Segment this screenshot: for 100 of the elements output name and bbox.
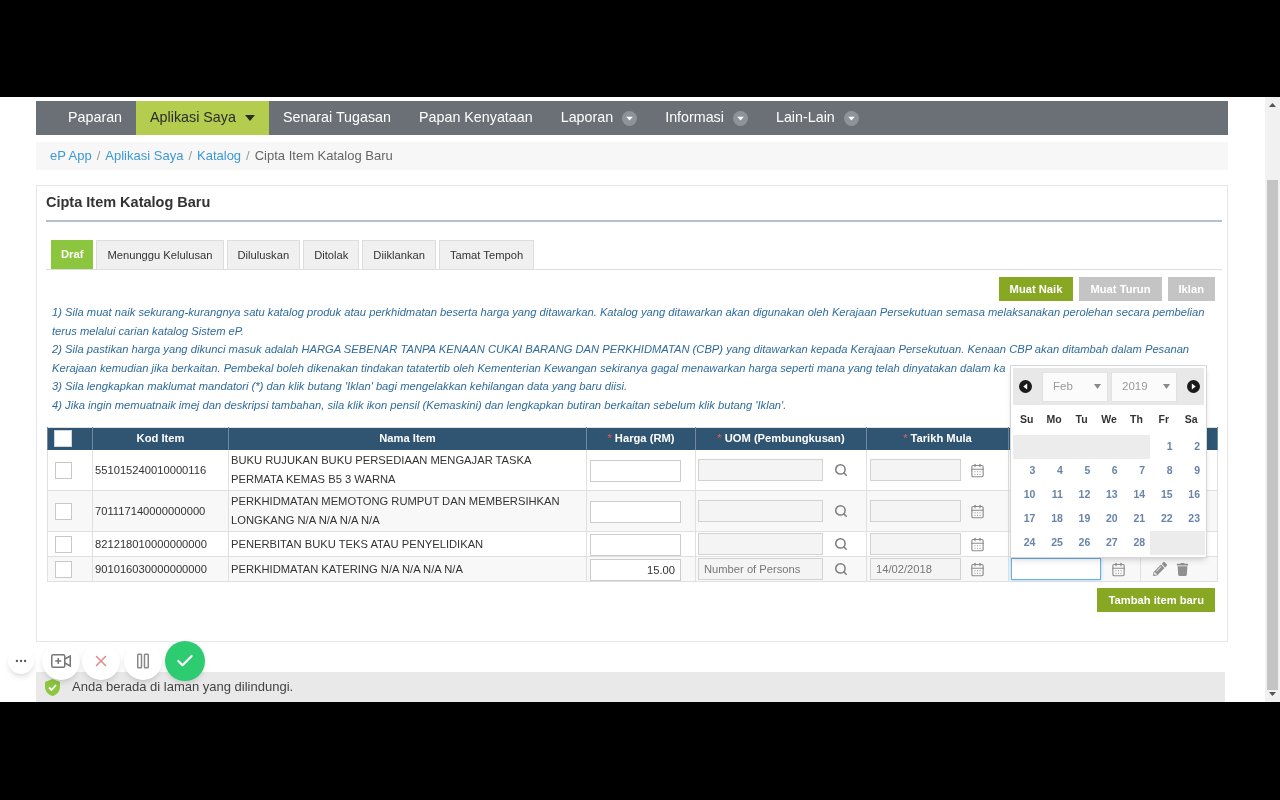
required-mark: * <box>903 431 908 447</box>
year-select[interactable]: 2019 <box>1111 371 1177 402</box>
add-camera-button[interactable] <box>42 642 80 680</box>
search-icon[interactable] <box>834 562 848 577</box>
add-item-button[interactable]: Tambah item baru <box>1097 588 1215 613</box>
calendar-icon[interactable] <box>970 462 985 478</box>
pause-button[interactable] <box>124 642 162 680</box>
uom-field[interactable]: Number of Persons <box>698 558 823 581</box>
column-label: Kod Item <box>136 431 185 447</box>
date-field[interactable]: 14/02/2018 <box>870 558 961 581</box>
tab[interactable]: Diiklankan <box>362 240 436 269</box>
day-cell[interactable]: 7 <box>1122 459 1151 483</box>
day-cell[interactable]: 9 <box>1177 459 1205 483</box>
date-field[interactable] <box>870 533 961 556</box>
day-cell[interactable]: 3 <box>1013 459 1041 483</box>
scroll-up-icon[interactable] <box>1269 103 1276 107</box>
breadcrumb-link[interactable]: Aplikasi Saya <box>105 146 184 166</box>
scrollbar-thumb[interactable] <box>1267 180 1278 690</box>
tab[interactable]: Menunggu Kelulusan <box>96 240 224 269</box>
scrollbar[interactable] <box>1265 97 1280 702</box>
checkbox[interactable] <box>55 560 72 578</box>
breadcrumb-link[interactable]: eP App <box>50 146 92 166</box>
confirm-button[interactable] <box>165 641 205 681</box>
day-cell[interactable]: 10 <box>1013 483 1041 507</box>
day-cell[interactable]: 22 <box>1150 507 1178 531</box>
calendar-icon[interactable] <box>1111 561 1126 577</box>
search-icon[interactable] <box>834 537 848 552</box>
weekday-label: Mo <box>1046 412 1062 428</box>
nav-item[interactable]: Laporan <box>546 101 652 135</box>
checkbox[interactable] <box>54 430 72 448</box>
day-cell[interactable]: 19 <box>1067 507 1096 531</box>
month-select[interactable]: Feb <box>1042 371 1108 402</box>
day-cell[interactable]: 27 <box>1095 531 1123 555</box>
day-cell[interactable]: 13 <box>1095 483 1123 507</box>
checkbox[interactable] <box>55 461 72 479</box>
shield-icon <box>45 678 60 696</box>
nav-item[interactable]: Lain-Lain <box>761 101 873 135</box>
calendar-icon[interactable] <box>970 503 985 519</box>
weekday-label: Fr <box>1158 412 1170 428</box>
tab[interactable]: Ditolak <box>303 240 360 269</box>
toolbar-button[interactable]: Muat Naik <box>998 277 1074 301</box>
day-cell[interactable]: 15 <box>1150 483 1178 507</box>
day-cell[interactable]: 25 <box>1040 531 1068 555</box>
tab[interactable]: Tamat Tempoh <box>438 240 535 269</box>
day-cell[interactable]: 14 <box>1122 483 1151 507</box>
search-icon[interactable] <box>834 504 848 519</box>
day-cell[interactable]: 23 <box>1177 507 1205 531</box>
day-cell[interactable]: 16 <box>1177 483 1205 507</box>
price-field[interactable]: 15.00 <box>590 559 681 582</box>
caret-icon <box>1094 384 1101 389</box>
pencil-icon[interactable] <box>1153 562 1167 577</box>
date-field[interactable] <box>1011 558 1101 581</box>
search-icon[interactable] <box>834 463 848 478</box>
tab[interactable]: Diluluskan <box>226 240 301 269</box>
nav-item[interactable]: Informasi <box>651 101 762 135</box>
breadcrumb-separator: / <box>95 147 102 166</box>
table-cell: PERKHIDMATAN MEMOTONG RUMPUT DAN MEMBERSIHKAN LONGKANG N/A N/A N/A N/A <box>228 490 587 532</box>
price-field[interactable] <box>590 534 681 557</box>
day-cell[interactable]: 12 <box>1067 483 1096 507</box>
date-field[interactable] <box>870 459 961 482</box>
day-cell[interactable]: 1 <box>1150 435 1178 459</box>
table-cell: PERKHIDMATAN KATERING N/A N/A N/A N/A <box>228 556 587 582</box>
table-cell: BUKU RUJUKAN BUKU PERSEDIAAN MENGAJAR TASKA PERMATA KEMAS B5 3 WARNA <box>228 450 587 491</box>
day-cell[interactable]: 11 <box>1040 483 1068 507</box>
calendar-icon[interactable] <box>970 561 985 577</box>
day-cell[interactable]: 18 <box>1040 507 1068 531</box>
day-cell[interactable]: 8 <box>1150 459 1178 483</box>
day-cell[interactable]: 6 <box>1095 459 1123 483</box>
breadcrumb-separator: / <box>187 147 193 166</box>
day-cell[interactable]: 28 <box>1122 531 1151 555</box>
panel-title: Cipta Item Katalog Baru <box>46 193 211 213</box>
checkbox[interactable] <box>55 502 72 520</box>
tab[interactable]: Draf <box>51 240 94 269</box>
calendar-icon[interactable] <box>970 536 985 552</box>
day-cell[interactable]: 26 <box>1067 531 1096 555</box>
uom-field[interactable] <box>698 533 823 556</box>
right-arrow-circle-icon[interactable] <box>1187 380 1200 393</box>
table-cell: 821218010000000000 <box>92 531 229 557</box>
trash-icon[interactable] <box>1176 562 1189 576</box>
day-cell[interactable]: 5 <box>1067 459 1096 483</box>
day-cell[interactable]: 20 <box>1095 507 1123 531</box>
price-field[interactable] <box>590 501 681 524</box>
price-field[interactable] <box>590 460 681 483</box>
day-cell[interactable]: 21 <box>1122 507 1151 531</box>
date-field[interactable] <box>870 500 961 523</box>
day-cell[interactable]: 17 <box>1013 507 1041 531</box>
checkbox[interactable] <box>55 535 72 553</box>
day-cell[interactable]: 24 <box>1013 531 1041 555</box>
uom-field[interactable] <box>698 459 823 482</box>
scroll-down-icon[interactable] <box>1269 692 1276 696</box>
day-cell[interactable]: 4 <box>1040 459 1068 483</box>
uom-field[interactable] <box>698 500 823 523</box>
pause-icon <box>134 652 152 670</box>
day-cell[interactable]: 2 <box>1177 435 1205 459</box>
left-arrow-circle-icon[interactable] <box>1019 380 1032 393</box>
nav-item[interactable]: Papan Kenyataan <box>405 101 547 135</box>
breadcrumb-link[interactable]: Katalog <box>197 146 242 166</box>
nav-item[interactable]: Aplikasi Saya <box>136 101 269 135</box>
nav-item[interactable]: Paparan <box>54 101 137 135</box>
nav-item[interactable]: Senarai Tugasan <box>268 101 405 135</box>
